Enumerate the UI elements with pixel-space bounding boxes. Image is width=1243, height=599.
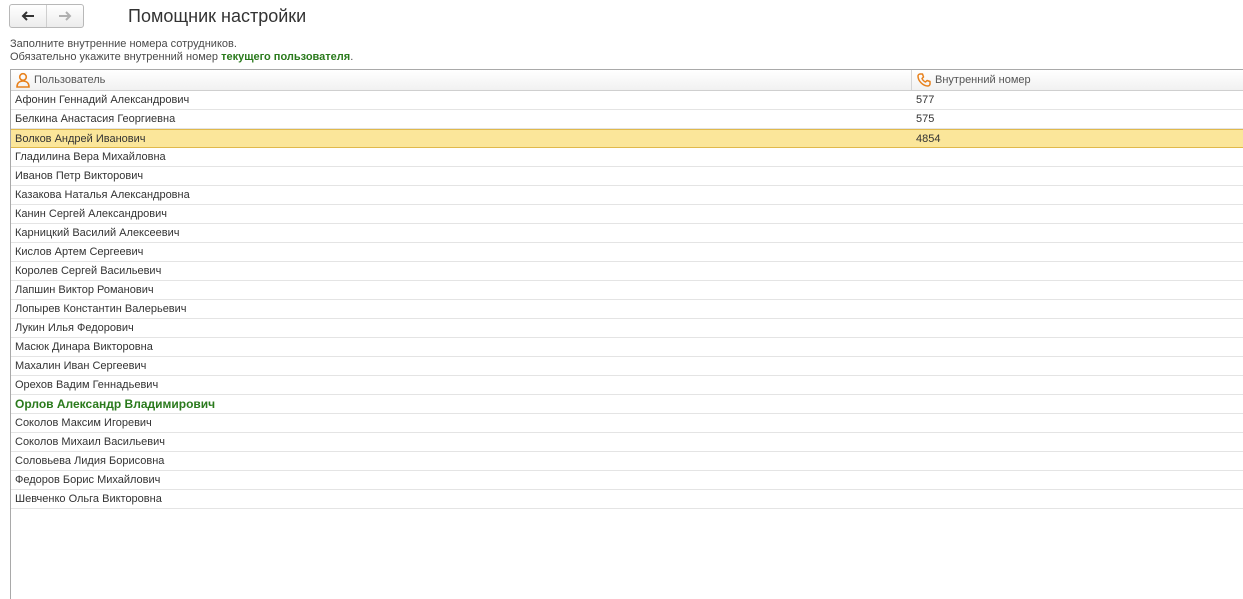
- table-body: Афонин Геннадий Александрович 577 Белкина …: [11, 91, 1243, 509]
- user-name-cell[interactable]: Лукин Илья Федорович: [11, 319, 912, 337]
- internal-number-cell[interactable]: [912, 205, 1243, 223]
- instruction-line-1: Заполните внутренние номера сотрудников.: [10, 38, 237, 50]
- user-name-cell[interactable]: Канин Сергей Александрович: [11, 205, 912, 223]
- user-name-cell[interactable]: Белкина Анастасия Георгиевна: [11, 110, 912, 128]
- user-name-cell[interactable]: Соловьева Лидия Борисовна: [11, 452, 912, 470]
- table-row[interactable]: Гладилина Вера Михайловна: [11, 148, 1243, 167]
- internal-number-cell[interactable]: [912, 224, 1243, 242]
- table-row[interactable]: Кислов Артем Сергеевич: [11, 243, 1243, 262]
- table-row[interactable]: Соколов Михаил Васильевич: [11, 433, 1243, 452]
- table-row[interactable]: Шевченко Ольга Викторовна: [11, 490, 1243, 509]
- internal-number-cell[interactable]: [912, 395, 1243, 413]
- table-row[interactable]: Лопырев Константин Валерьевич: [11, 300, 1243, 319]
- internal-number-cell[interactable]: [912, 167, 1243, 185]
- internal-number-cell[interactable]: [912, 490, 1243, 508]
- back-button[interactable]: [10, 5, 46, 27]
- current-user-highlight: текущего пользователя: [221, 51, 351, 63]
- user-name-cell[interactable]: Королев Сергей Васильевич: [11, 262, 912, 280]
- internal-number-cell[interactable]: [912, 452, 1243, 470]
- forward-button[interactable]: [46, 5, 83, 27]
- table-row[interactable]: Карницкий Василий Алексеевич: [11, 224, 1243, 243]
- internal-number-cell[interactable]: [912, 148, 1243, 166]
- user-name-cell[interactable]: Орехов Вадим Геннадьевич: [11, 376, 912, 394]
- internal-number-cell[interactable]: 575: [912, 110, 1243, 128]
- table-row[interactable]: Орехов Вадим Геннадьевич: [11, 376, 1243, 395]
- internal-number-cell[interactable]: [912, 414, 1243, 432]
- instructions: Заполните внутренние номера сотрудников.…: [10, 38, 353, 64]
- internal-number-cell[interactable]: [912, 262, 1243, 280]
- internal-number-cell[interactable]: [912, 300, 1243, 318]
- instruction-prefix: Обязательно укажите внутренний номер: [10, 51, 222, 63]
- phone-icon: [917, 73, 931, 87]
- table-header: Пользователь Внутренний номер: [11, 70, 1243, 91]
- column-header-number[interactable]: Внутренний номер: [912, 70, 1243, 90]
- table-row[interactable]: Королев Сергей Васильевич: [11, 262, 1243, 281]
- user-name-cell[interactable]: Орлов Александр Владимирович: [11, 395, 912, 413]
- table-row[interactable]: Казакова Наталья Александровна: [11, 186, 1243, 205]
- navigation-bar: [9, 4, 84, 28]
- user-name-cell[interactable]: Соколов Максим Игоревич: [11, 414, 912, 432]
- table-row[interactable]: Орлов Александр Владимирович: [11, 395, 1243, 414]
- table-row[interactable]: Волков Андрей Иванович 4854: [11, 129, 1243, 148]
- internal-number-cell[interactable]: [912, 186, 1243, 204]
- user-name-cell[interactable]: Шевченко Ольга Викторовна: [11, 490, 912, 508]
- user-name-cell[interactable]: Волков Андрей Иванович: [11, 130, 912, 147]
- user-name-cell[interactable]: Лапшин Виктор Романович: [11, 281, 912, 299]
- table-row[interactable]: Масюк Динара Викторовна: [11, 338, 1243, 357]
- user-name-cell[interactable]: Карницкий Василий Алексеевич: [11, 224, 912, 242]
- table-row[interactable]: Федоров Борис Михайлович: [11, 471, 1243, 490]
- employees-table: Пользователь Внутренний номер Афонин Ген…: [10, 69, 1243, 599]
- internal-number-cell[interactable]: [912, 471, 1243, 489]
- column-header-user[interactable]: Пользователь: [11, 70, 912, 90]
- user-name-cell[interactable]: Махалин Иван Сергеевич: [11, 357, 912, 375]
- arrow-right-icon: [59, 11, 72, 21]
- internal-number-cell[interactable]: [912, 376, 1243, 394]
- table-row[interactable]: Иванов Петр Викторович: [11, 167, 1243, 186]
- internal-number-cell[interactable]: [912, 433, 1243, 451]
- user-name-cell[interactable]: Афонин Геннадий Александрович: [11, 91, 912, 109]
- instruction-suffix: .: [350, 51, 354, 63]
- instruction-line-2: Обязательно укажите внутренний номер тек…: [10, 51, 353, 64]
- user-name-cell[interactable]: Кислов Артем Сергеевич: [11, 243, 912, 261]
- table-row[interactable]: Канин Сергей Александрович: [11, 205, 1243, 224]
- table-row[interactable]: Соколов Максим Игоревич: [11, 414, 1243, 433]
- column-header-user-label: Пользователь: [34, 74, 106, 86]
- arrow-left-icon: [21, 11, 34, 21]
- internal-number-cell[interactable]: [912, 243, 1243, 261]
- user-name-cell[interactable]: Федоров Борис Михайлович: [11, 471, 912, 489]
- table-row[interactable]: Соловьева Лидия Борисовна: [11, 452, 1243, 471]
- internal-number-cell[interactable]: [912, 319, 1243, 337]
- user-icon: [16, 72, 30, 88]
- table-row[interactable]: Афонин Геннадий Александрович 577: [11, 91, 1243, 110]
- table-row[interactable]: Лапшин Виктор Романович: [11, 281, 1243, 300]
- user-name-cell[interactable]: Лопырев Константин Валерьевич: [11, 300, 912, 318]
- user-name-cell[interactable]: Соколов Михаил Васильевич: [11, 433, 912, 451]
- user-name-cell[interactable]: Гладилина Вера Михайловна: [11, 148, 912, 166]
- internal-number-cell[interactable]: [912, 338, 1243, 356]
- user-name-cell[interactable]: Масюк Динара Викторовна: [11, 338, 912, 356]
- user-name-cell[interactable]: Казакова Наталья Александровна: [11, 186, 912, 204]
- user-name-cell[interactable]: Иванов Петр Викторович: [11, 167, 912, 185]
- internal-number-cell[interactable]: [912, 357, 1243, 375]
- table-row[interactable]: Лукин Илья Федорович: [11, 319, 1243, 338]
- internal-number-cell[interactable]: [912, 281, 1243, 299]
- table-row[interactable]: Белкина Анастасия Георгиевна 575: [11, 110, 1243, 129]
- internal-number-cell[interactable]: 4854: [912, 130, 1243, 147]
- table-row[interactable]: Махалин Иван Сергеевич: [11, 357, 1243, 376]
- navigation-buttons: [9, 4, 84, 28]
- internal-number-cell[interactable]: 577: [912, 91, 1243, 109]
- column-header-number-label: Внутренний номер: [935, 74, 1031, 86]
- page-title: Помощник настройки: [128, 6, 307, 26]
